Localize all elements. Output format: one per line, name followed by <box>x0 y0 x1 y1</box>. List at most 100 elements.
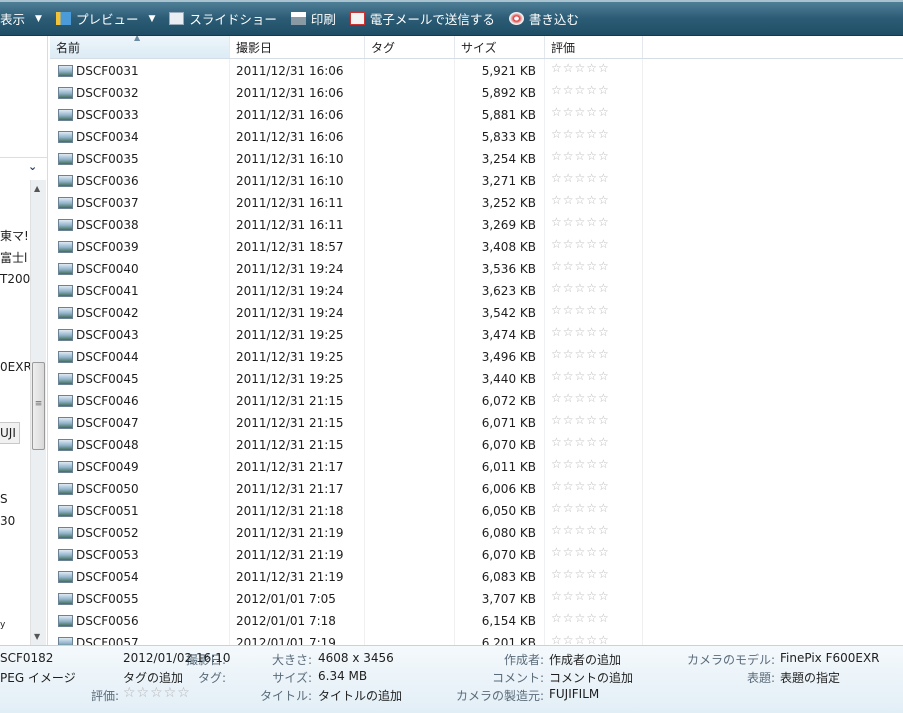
email-icon <box>349 12 365 25</box>
file-name-cell: DSCF0048 <box>50 433 230 455</box>
scroll-down-icon[interactable]: ▼ <box>34 632 40 641</box>
preview-button[interactable]: プレビュー ▼ <box>55 9 155 28</box>
header-label: サイズ <box>461 41 497 55</box>
file-name: DSCF0034 <box>76 130 139 144</box>
nav-button[interactable]: UJI <box>0 422 20 444</box>
file-tag <box>365 103 455 125</box>
detail-title-input[interactable]: タイトルの追加 <box>318 687 402 704</box>
scrollbar-thumb[interactable]: ≡ <box>32 362 45 450</box>
file-rating-stars[interactable]: ☆☆☆☆☆ <box>545 345 643 367</box>
file-rating-stars[interactable]: ☆☆☆☆☆ <box>545 543 643 565</box>
file-row[interactable]: DSCF0041 2011/12/31 19:24 3,623 KB ☆☆☆☆☆ <box>50 279 903 301</box>
file-rating-stars[interactable]: ☆☆☆☆☆ <box>545 257 643 279</box>
file-name: DSCF0050 <box>76 482 139 496</box>
file-rating-stars[interactable]: ☆☆☆☆☆ <box>545 59 643 81</box>
file-rating-stars[interactable]: ☆☆☆☆☆ <box>545 631 643 645</box>
file-row[interactable]: DSCF0044 2011/12/31 19:25 3,496 KB ☆☆☆☆☆ <box>50 345 903 367</box>
file-rating-stars[interactable]: ☆☆☆☆☆ <box>545 367 643 389</box>
file-row[interactable]: DSCF0054 2011/12/31 21:19 6,083 KB ☆☆☆☆☆ <box>50 565 903 587</box>
column-header-name[interactable]: ▲ 名前 <box>50 36 230 58</box>
file-rating-stars[interactable]: ☆☆☆☆☆ <box>545 81 643 103</box>
detail-size: 6.34 MB <box>318 669 368 683</box>
file-rating-stars[interactable]: ☆☆☆☆☆ <box>545 103 643 125</box>
file-rating-stars[interactable]: ☆☆☆☆☆ <box>545 565 643 587</box>
column-header-tag[interactable]: タグ <box>365 36 455 58</box>
slideshow-button[interactable]: スライドショー <box>169 9 277 28</box>
chevron-down-icon[interactable]: ⌄ <box>28 160 37 173</box>
email-button[interactable]: 電子メールで送信する <box>349 9 495 28</box>
file-size: 6,154 KB <box>455 609 545 631</box>
file-rating-stars[interactable]: ☆☆☆☆☆ <box>545 235 643 257</box>
file-rating-stars[interactable]: ☆☆☆☆☆ <box>545 279 643 301</box>
file-rating-stars[interactable]: ☆☆☆☆☆ <box>545 411 643 433</box>
column-header-rating[interactable]: 評価 <box>545 36 643 58</box>
detail-label: 評価: <box>90 689 119 703</box>
file-row[interactable]: DSCF0056 2012/01/01 7:18 6,154 KB ☆☆☆☆☆ <box>50 609 903 631</box>
file-rating-stars[interactable]: ☆☆☆☆☆ <box>545 433 643 455</box>
file-row[interactable]: DSCF0042 2011/12/31 19:24 3,542 KB ☆☆☆☆☆ <box>50 301 903 323</box>
header-label: タグ <box>371 41 396 55</box>
file-tag <box>365 411 455 433</box>
file-row[interactable]: DSCF0036 2011/12/31 16:10 3,271 KB ☆☆☆☆☆ <box>50 169 903 191</box>
file-rating-stars[interactable]: ☆☆☆☆☆ <box>545 323 643 345</box>
file-rating-stars[interactable]: ☆☆☆☆☆ <box>545 389 643 411</box>
file-rating-stars[interactable]: ☆☆☆☆☆ <box>545 191 643 213</box>
file-row[interactable]: DSCF0038 2011/12/31 16:11 3,269 KB ☆☆☆☆☆ <box>50 213 903 235</box>
file-row[interactable]: DSCF0034 2011/12/31 16:06 5,833 KB ☆☆☆☆☆ <box>50 125 903 147</box>
file-tag <box>365 213 455 235</box>
file-rating-stars[interactable]: ☆☆☆☆☆ <box>545 147 643 169</box>
file-rating-stars[interactable]: ☆☆☆☆☆ <box>545 587 643 609</box>
file-row[interactable]: DSCF0057 2012/01/01 7:19 6,201 KB ☆☆☆☆☆ <box>50 631 903 645</box>
file-rating-stars[interactable]: ☆☆☆☆☆ <box>545 477 643 499</box>
detail-author-input[interactable]: 作成者の追加 <box>549 651 621 668</box>
file-row[interactable]: DSCF0049 2011/12/31 21:17 6,011 KB ☆☆☆☆☆ <box>50 455 903 477</box>
burn-button[interactable]: 書き込む <box>508 9 579 28</box>
detail-date: 2012/01/02 16:10 <box>123 651 231 665</box>
detail-tag-input[interactable]: タグの追加 <box>123 669 183 686</box>
file-row[interactable]: DSCF0051 2011/12/31 21:18 6,050 KB ☆☆☆☆☆ <box>50 499 903 521</box>
file-row[interactable]: DSCF0040 2011/12/31 19:24 3,536 KB ☆☆☆☆☆ <box>50 257 903 279</box>
file-row[interactable]: DSCF0031 2011/12/31 16:06 5,921 KB ☆☆☆☆☆ <box>50 59 903 81</box>
file-rating-stars[interactable]: ☆☆☆☆☆ <box>545 169 643 191</box>
detail-rating-stars[interactable]: ☆☆☆☆☆ <box>123 685 191 701</box>
print-button[interactable]: 印刷 <box>290 9 336 28</box>
nav-scrollbar[interactable]: ▲ ≡ ▼ <box>30 180 46 645</box>
file-row[interactable]: DSCF0053 2011/12/31 21:19 6,070 KB ☆☆☆☆☆ <box>50 543 903 565</box>
file-name-cell: DSCF0032 <box>50 81 230 103</box>
file-row[interactable]: DSCF0045 2011/12/31 19:25 3,440 KB ☆☆☆☆☆ <box>50 367 903 389</box>
file-name: DSCF0035 <box>76 152 139 166</box>
file-row[interactable]: DSCF0033 2011/12/31 16:06 5,881 KB ☆☆☆☆☆ <box>50 103 903 125</box>
file-row[interactable]: DSCF0047 2011/12/31 21:15 6,071 KB ☆☆☆☆☆ <box>50 411 903 433</box>
column-header-size[interactable]: サイズ <box>455 36 545 58</box>
detail-label: 大きさ: <box>271 653 312 667</box>
detail-subject-input[interactable]: 表題の指定 <box>780 669 840 686</box>
file-rating-stars[interactable]: ☆☆☆☆☆ <box>545 499 643 521</box>
file-size: 6,070 KB <box>455 543 545 565</box>
file-rating-stars[interactable]: ☆☆☆☆☆ <box>545 213 643 235</box>
detail-camera-maker: FUJIFILM <box>549 687 600 701</box>
file-row[interactable]: DSCF0052 2011/12/31 21:19 6,080 KB ☆☆☆☆☆ <box>50 521 903 543</box>
file-row[interactable]: DSCF0050 2011/12/31 21:17 6,006 KB ☆☆☆☆☆ <box>50 477 903 499</box>
file-row[interactable]: DSCF0032 2011/12/31 16:06 5,892 KB ☆☆☆☆☆ <box>50 81 903 103</box>
file-row[interactable]: DSCF0043 2011/12/31 19:25 3,474 KB ☆☆☆☆☆ <box>50 323 903 345</box>
file-size: 3,271 KB <box>455 169 545 191</box>
column-header-date[interactable]: 撮影日 <box>230 36 365 58</box>
file-rating-stars[interactable]: ☆☆☆☆☆ <box>545 455 643 477</box>
file-row[interactable]: DSCF0046 2011/12/31 21:15 6,072 KB ☆☆☆☆☆ <box>50 389 903 411</box>
file-row[interactable]: DSCF0037 2011/12/31 16:11 3,252 KB ☆☆☆☆☆ <box>50 191 903 213</box>
file-rating-stars[interactable]: ☆☆☆☆☆ <box>545 125 643 147</box>
file-rating-stars[interactable]: ☆☆☆☆☆ <box>545 609 643 631</box>
file-rating-stars[interactable]: ☆☆☆☆☆ <box>545 301 643 323</box>
file-row[interactable]: DSCF0039 2011/12/31 18:57 3,408 KB ☆☆☆☆☆ <box>50 235 903 257</box>
file-row[interactable]: DSCF0035 2011/12/31 16:10 3,254 KB ☆☆☆☆☆ <box>50 147 903 169</box>
detail-label: タイトル: <box>259 689 312 703</box>
scroll-up-icon[interactable]: ▲ <box>34 184 40 193</box>
file-name: DSCF0043 <box>76 328 139 342</box>
file-size: 6,070 KB <box>455 433 545 455</box>
file-row[interactable]: DSCF0055 2012/01/01 7:05 3,707 KB ☆☆☆☆☆ <box>50 587 903 609</box>
detail-comment-input[interactable]: コメントの追加 <box>549 669 633 686</box>
details-pane: SCF0182 PEG イメージ 撮影日: 2012/01/02 16:10 タ… <box>0 645 903 713</box>
view-button[interactable]: 表示 ▼ <box>0 9 42 28</box>
file-row[interactable]: DSCF0048 2011/12/31 21:15 6,070 KB ☆☆☆☆☆ <box>50 433 903 455</box>
file-rating-stars[interactable]: ☆☆☆☆☆ <box>545 521 643 543</box>
